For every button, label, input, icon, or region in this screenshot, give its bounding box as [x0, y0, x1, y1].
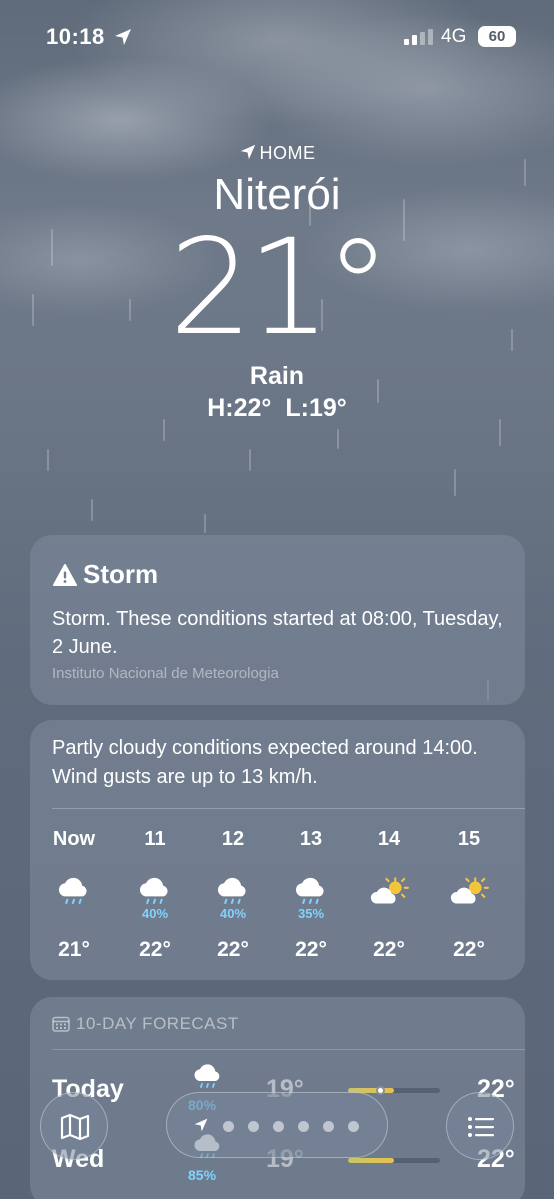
list-icon	[468, 1117, 494, 1137]
map-button[interactable]	[40, 1092, 108, 1160]
cellular-signal-icon	[404, 29, 433, 45]
map-icon	[60, 1113, 90, 1141]
hour-label: 12	[221, 828, 245, 850]
cloud-rain-icon	[139, 877, 168, 904]
sun-cloud-icon	[370, 877, 409, 904]
hour-temperature: 22°	[217, 938, 249, 961]
alert-title: Storm	[53, 559, 158, 590]
warning-icon	[53, 564, 77, 586]
hour-icon	[354, 876, 424, 924]
page-dot[interactable]	[298, 1121, 309, 1132]
calendar-icon	[52, 1016, 70, 1032]
hour-label: Now	[52, 828, 96, 850]
cloud-rain-icon	[194, 1064, 220, 1088]
hour-forecast-12: 12 40% 22°	[198, 828, 268, 962]
battery-icon: 60	[478, 26, 516, 47]
hour-label: 15	[457, 828, 481, 850]
page-dot[interactable]	[323, 1121, 334, 1132]
hour-forecast-now: Now 21°	[39, 828, 109, 962]
hour-forecast-13: 13 35% 22°	[276, 828, 346, 962]
current-temperature-marker	[376, 1086, 386, 1095]
hour-label: 14	[377, 828, 401, 850]
hour-temperature: 21°	[58, 938, 90, 961]
high-temperature: H:22°	[207, 394, 272, 422]
divider	[52, 808, 525, 809]
hourly-summary: Partly cloudy conditions expected around…	[52, 737, 478, 788]
hour-forecast-15: 15 22°	[434, 828, 504, 962]
precipitation-chance: 40%	[141, 906, 169, 921]
severe-weather-alert-card[interactable]: Storm Storm. These conditions started at…	[30, 535, 525, 705]
location-label: HOME	[0, 143, 554, 164]
low-temperature: L:19°	[285, 394, 347, 422]
location-label-text: HOME	[259, 143, 316, 163]
alert-description: Storm. These conditions started at 08:00…	[52, 608, 503, 658]
precipitation-chance: 85%	[188, 1167, 217, 1183]
hour-icon: 40%	[198, 876, 268, 924]
sun-cloud-icon	[450, 877, 489, 904]
location-page-indicator[interactable]	[166, 1092, 388, 1158]
current-condition: Rain	[249, 362, 305, 390]
page-dot[interactable]	[223, 1121, 234, 1132]
hour-forecast-14: 14 22°	[354, 828, 424, 962]
cloud-rain-icon	[58, 877, 87, 904]
location-arrow-icon	[115, 29, 131, 45]
hour-icon	[39, 876, 109, 924]
high-low: H:22° L:19°	[0, 394, 554, 423]
hour-icon	[434, 876, 504, 924]
alert-title-text: Storm	[83, 559, 159, 589]
locations-list-button[interactable]	[446, 1092, 514, 1160]
hour-temperature: 22°	[453, 938, 485, 961]
status-bar: 10:18 4G 60	[0, 0, 554, 70]
page-dot[interactable]	[348, 1121, 359, 1132]
precipitation-chance: 35%	[297, 906, 325, 921]
current-temperature: 21°	[169, 211, 391, 365]
temperature-range-bar	[348, 1158, 440, 1163]
hour-forecast-11: 11 40% 22°	[120, 828, 190, 962]
divider	[52, 1049, 525, 1050]
current-location-icon	[194, 1118, 208, 1132]
forecast-header-text: 10-DAY FORECAST	[76, 1014, 239, 1033]
hour-temperature: 22°	[373, 938, 405, 961]
alert-source[interactable]: Instituto Nacional de Meteorologia	[52, 665, 279, 682]
temperature-range-fill	[348, 1158, 394, 1163]
forecast-header: 10-DAY FORECAST	[52, 1014, 239, 1034]
hour-temperature: 22°	[139, 938, 171, 961]
page-dot[interactable]	[273, 1121, 284, 1132]
status-time: 10:18	[46, 24, 105, 49]
location-arrow-icon	[240, 144, 255, 160]
battery-level: 60	[488, 28, 506, 45]
network-type: 4G	[441, 26, 467, 47]
cloud-rain-icon	[295, 877, 324, 904]
hour-label: 13	[299, 828, 323, 850]
precipitation-chance: 40%	[219, 906, 247, 921]
hour-label: 11	[144, 828, 166, 850]
hourly-forecast-card[interactable]: Partly cloudy conditions expected around…	[30, 720, 525, 980]
hour-icon: 40%	[120, 876, 190, 924]
page-dot[interactable]	[248, 1121, 259, 1132]
cloud-rain-icon	[217, 877, 246, 904]
hour-temperature: 22°	[295, 938, 327, 961]
hour-icon: 35%	[276, 876, 346, 924]
